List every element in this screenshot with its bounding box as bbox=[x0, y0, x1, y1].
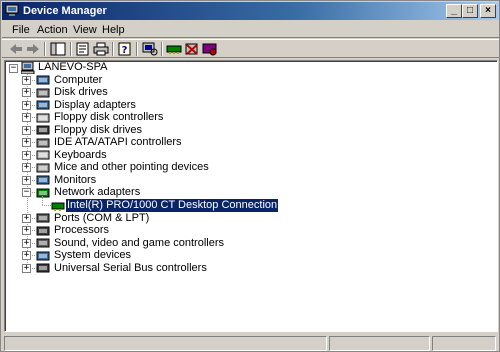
maximize-button[interactable]: □ bbox=[462, 4, 478, 18]
status-panel-middle bbox=[329, 336, 430, 351]
network-card-icon bbox=[51, 202, 65, 211]
expand-toggle[interactable]: + bbox=[22, 213, 31, 223]
expand-toggle[interactable]: + bbox=[22, 138, 31, 148]
floppy-controller-icon bbox=[36, 113, 50, 123]
tree-node-label: Universal Serial Bus controllers bbox=[54, 261, 207, 274]
disable-icon[interactable] bbox=[202, 42, 218, 56]
processor-icon bbox=[36, 226, 50, 236]
toolbar-separator bbox=[136, 42, 138, 56]
tree-node-label: Disk drives bbox=[54, 86, 108, 99]
disk-drive-icon bbox=[36, 88, 50, 98]
expand-toggle[interactable]: + bbox=[22, 175, 31, 185]
sound-icon bbox=[36, 238, 50, 248]
scan-hardware-icon[interactable] bbox=[142, 42, 158, 56]
display-adapter-icon bbox=[36, 100, 50, 110]
status-panel-right bbox=[432, 336, 496, 351]
usb-icon bbox=[36, 263, 50, 273]
expand-toggle[interactable]: + bbox=[22, 75, 31, 85]
toolbar-separator bbox=[161, 42, 163, 56]
tree-connector bbox=[42, 196, 43, 205]
status-panel-main bbox=[4, 336, 327, 351]
minimize-button[interactable]: _ bbox=[446, 4, 462, 18]
help-icon[interactable]: ? bbox=[117, 42, 133, 56]
device-manager-window: Device Manager _ □ × File Action View He… bbox=[0, 0, 500, 352]
tree-node-label: Monitors bbox=[54, 173, 97, 186]
forward-icon[interactable] bbox=[25, 42, 41, 56]
expand-toggle[interactable]: + bbox=[22, 125, 31, 135]
back-icon[interactable] bbox=[8, 42, 24, 56]
properties-icon[interactable] bbox=[75, 42, 91, 56]
expand-toggle[interactable]: + bbox=[22, 100, 31, 110]
tree-node-label: Sound, video and game controllers bbox=[54, 236, 224, 249]
close-button[interactable]: × bbox=[480, 4, 496, 18]
tree-connector bbox=[42, 205, 51, 206]
expand-toggle[interactable]: + bbox=[22, 163, 31, 173]
uninstall-icon[interactable] bbox=[184, 42, 200, 56]
selected-device-label: Intel(R) PRO/1000 CT Desktop Connection bbox=[64, 198, 280, 213]
tree-node-label: Computer bbox=[54, 73, 103, 86]
show-hide-tree-icon[interactable] bbox=[50, 42, 66, 56]
toolbar-separator bbox=[70, 42, 72, 56]
window-title: Device Manager bbox=[23, 5, 107, 17]
computer-icon bbox=[21, 62, 35, 74]
tree-node-label: Keyboards bbox=[54, 148, 107, 161]
expand-toggle[interactable]: + bbox=[22, 251, 31, 261]
expand-toggle[interactable]: + bbox=[22, 113, 31, 123]
mouse-icon bbox=[36, 163, 50, 173]
tree-node-label: System devices bbox=[54, 249, 132, 262]
title-bar[interactable]: Device Manager _ □ × bbox=[2, 2, 499, 20]
network-adapter-icon bbox=[36, 188, 50, 198]
expand-toggle[interactable]: + bbox=[22, 263, 31, 273]
tree-node-label: IDE ATA/ATAPI controllers bbox=[54, 136, 182, 149]
menu-view[interactable]: View bbox=[71, 23, 99, 37]
tree-root-label: LANEVO-SPA bbox=[38, 61, 108, 73]
tree-node-label: Floppy disk drives bbox=[54, 123, 143, 136]
floppy-drive-icon bbox=[36, 125, 50, 135]
expand-toggle[interactable]: + bbox=[22, 226, 31, 236]
menu-action[interactable]: Action bbox=[35, 23, 70, 37]
root-collapse-toggle[interactable]: − bbox=[9, 64, 18, 73]
device-tree[interactable]: − LANEVO-SPA + Computer + Disk drives + Displ… bbox=[4, 60, 498, 332]
menu-bar: File Action View Help bbox=[2, 21, 499, 38]
ide-controller-icon bbox=[36, 138, 50, 148]
tree-node-label: Mice and other pointing devices bbox=[54, 161, 209, 174]
print-icon[interactable] bbox=[93, 42, 109, 56]
device-manager-app-icon bbox=[5, 4, 19, 16]
tree-node-label: Display adapters bbox=[54, 98, 136, 111]
computer-icon bbox=[36, 75, 50, 85]
monitor-icon bbox=[36, 175, 50, 185]
toolbar: ? bbox=[2, 39, 499, 58]
keyboard-icon bbox=[36, 150, 50, 160]
expand-toggle[interactable]: + bbox=[22, 88, 31, 98]
toolbar-separator bbox=[44, 42, 46, 56]
menu-file[interactable]: File bbox=[10, 23, 32, 37]
tree-node-label: Floppy disk controllers bbox=[54, 111, 164, 124]
toolbar-separator bbox=[112, 42, 114, 56]
port-icon bbox=[36, 213, 50, 223]
expand-toggle[interactable]: + bbox=[22, 238, 31, 248]
expand-toggle[interactable]: − bbox=[22, 188, 31, 198]
svg-text:?: ? bbox=[122, 45, 128, 56]
expand-toggle[interactable]: + bbox=[22, 150, 31, 160]
tree-node-label: Network adapters bbox=[54, 186, 141, 199]
menu-help[interactable]: Help bbox=[100, 23, 127, 37]
tree-node-label: Processors bbox=[54, 224, 110, 237]
status-bar bbox=[2, 334, 499, 351]
update-driver-icon[interactable] bbox=[166, 42, 182, 56]
system-device-icon bbox=[36, 251, 50, 261]
tree-node-label: Ports (COM & LPT) bbox=[54, 211, 150, 224]
